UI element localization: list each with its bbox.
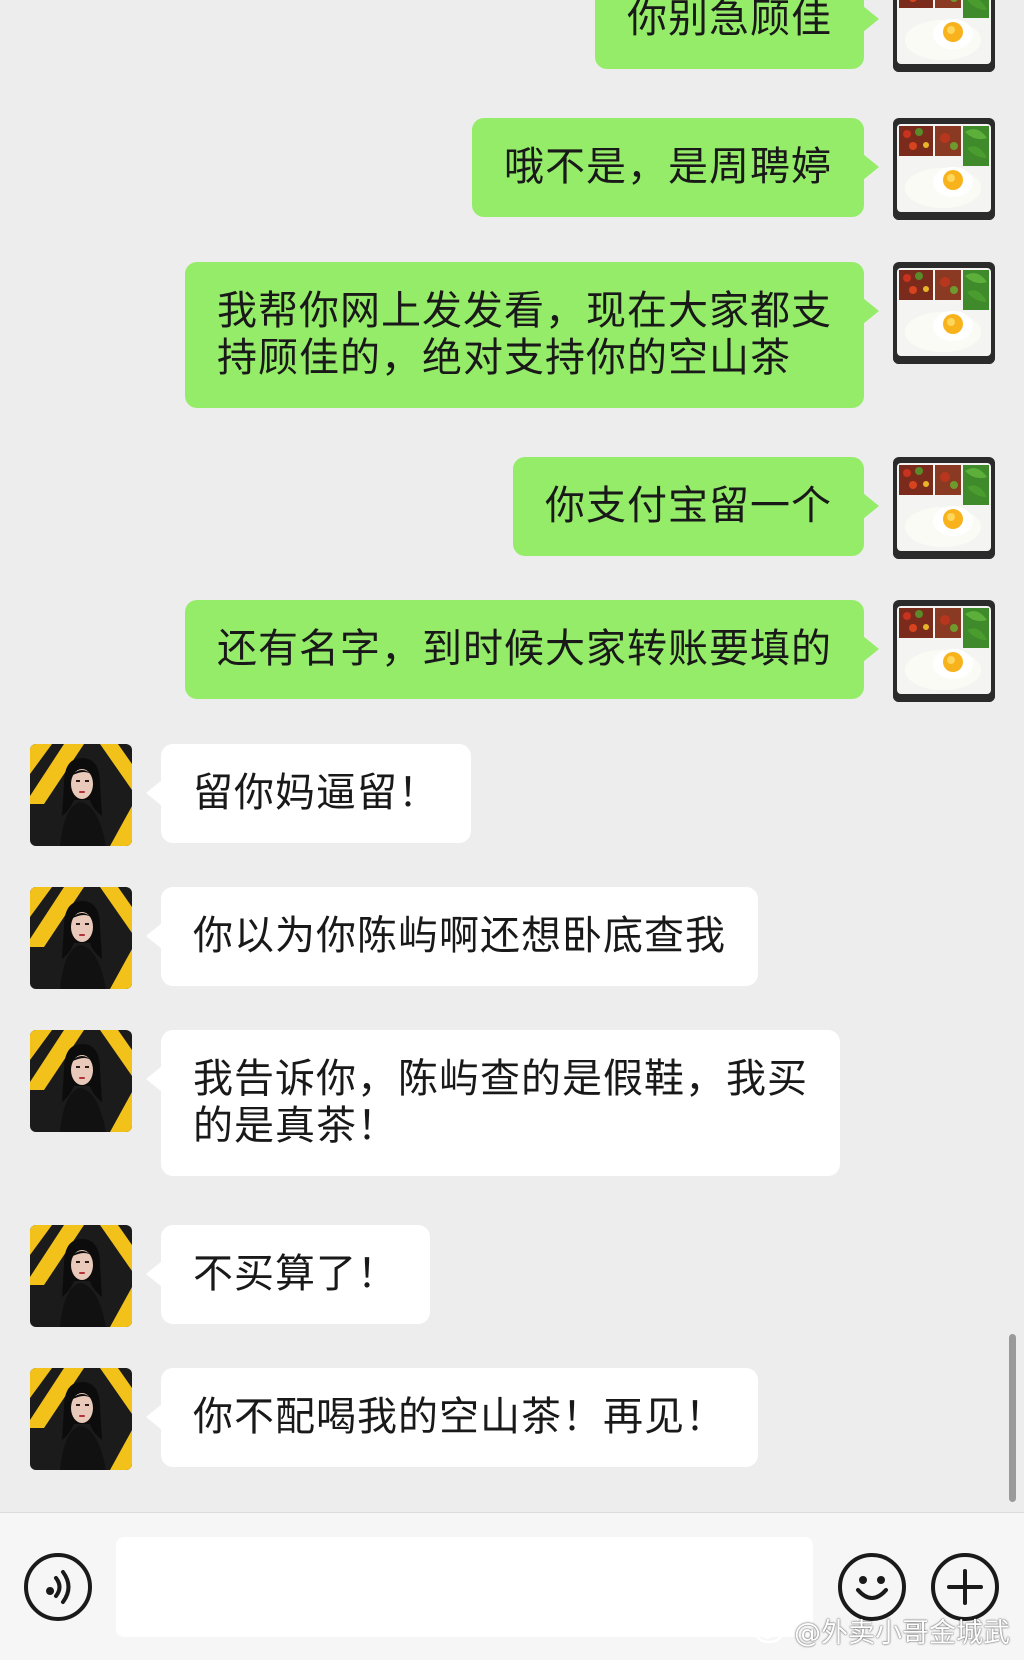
sent-message-bubble[interactable]: 还有名字，到时候大家转账要填的 <box>185 600 879 699</box>
sent-message-bubble[interactable]: 你支付宝留一个 <box>513 457 879 556</box>
voice-icon <box>46 1570 71 1604</box>
contact-avatar[interactable] <box>30 887 132 989</box>
input-bar: @外卖小哥金城武 <box>0 1512 1024 1660</box>
received-message-bubble[interactable]: 我告诉你，陈屿查的是假鞋，我买 的是真茶！ <box>146 1030 840 1176</box>
sent-message-bubble[interactable]: 哦不是，是周聘婷 <box>472 118 879 217</box>
message-input[interactable] <box>116 1537 813 1637</box>
emoji-icon <box>856 1576 888 1600</box>
my-avatar[interactable] <box>893 457 995 559</box>
voice-button[interactable] <box>24 1553 92 1621</box>
received-message-bubble[interactable]: 留你妈逼留！ <box>146 744 471 843</box>
my-avatar[interactable] <box>893 262 995 364</box>
received-message-bubble[interactable]: 不买算了！ <box>146 1225 430 1324</box>
watermark: @外卖小哥金城武 <box>754 1610 1010 1650</box>
contact-avatar[interactable] <box>30 1225 132 1327</box>
received-message-bubble[interactable]: 你以为你陈屿啊还想卧底查我 <box>146 887 758 986</box>
plus-icon <box>947 1569 983 1605</box>
contact-avatar[interactable] <box>30 744 132 846</box>
my-avatar[interactable] <box>893 600 995 702</box>
scrollbar[interactable] <box>1009 1334 1016 1502</box>
my-avatar[interactable] <box>893 118 995 220</box>
chat-message-list[interactable]: 你别急顾佳 哦不是，是周聘婷 我帮你网上发发看，现在大家都支 持顾佳的，绝对支持… <box>0 0 1024 1512</box>
sent-message-bubble[interactable]: 我帮你网上发发看，现在大家都支 持顾佳的，绝对支持你的空山茶 <box>185 262 879 408</box>
watermark-text: @外卖小哥金城武 <box>794 1617 1010 1649</box>
contact-avatar[interactable] <box>30 1030 132 1132</box>
sent-message-bubble[interactable]: 你别急顾佳 <box>595 0 879 69</box>
my-avatar[interactable] <box>893 0 995 72</box>
contact-avatar[interactable] <box>30 1368 132 1470</box>
received-message-bubble[interactable]: 你不配喝我的空山茶！再见！ <box>146 1368 758 1467</box>
weibo-logo <box>754 1618 788 1644</box>
